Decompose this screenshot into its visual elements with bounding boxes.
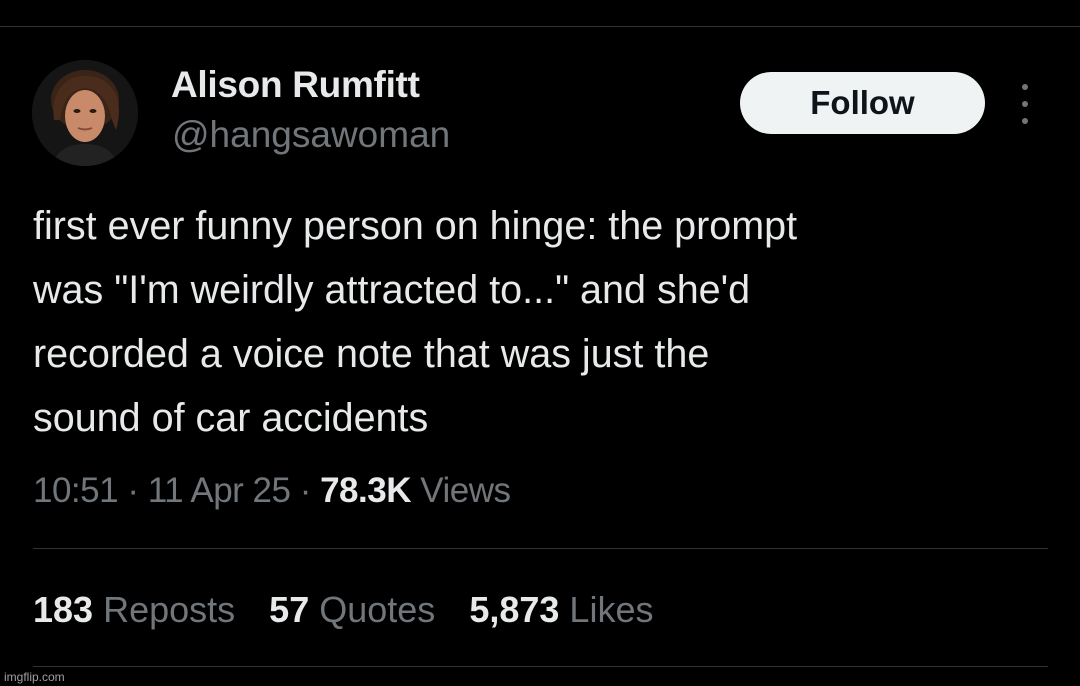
quotes-count: 57 <box>269 589 310 630</box>
user-handle[interactable]: @hangsawoman <box>172 114 450 156</box>
dot-icon <box>1022 101 1028 107</box>
meta-separator: · <box>127 471 139 510</box>
likes-stat[interactable]: 5,873 Likes <box>469 589 653 631</box>
engagement-stats: 183 Reposts 57 Quotes 5,873 Likes <box>33 589 653 631</box>
reposts-label: Reposts <box>103 589 236 630</box>
tweet-text-line: recorded a voice note that was just the <box>33 332 710 376</box>
tweet-time[interactable]: 10:51 <box>33 471 119 510</box>
top-divider <box>0 26 1080 27</box>
reposts-count: 183 <box>33 589 94 630</box>
more-vertical-icon[interactable] <box>1012 84 1038 124</box>
reposts-stat[interactable]: 183 Reposts <box>33 589 235 631</box>
meta-separator: · <box>299 471 312 510</box>
tweet-text-line: was "I'm weirdly attracted to..." and sh… <box>33 268 751 312</box>
watermark: imgflip.com <box>4 670 65 684</box>
avatar[interactable] <box>32 60 138 166</box>
divider <box>33 666 1048 667</box>
tweet-text: first ever funny person on hinge: the pr… <box>33 194 1048 450</box>
dot-icon <box>1022 84 1028 90</box>
avatar-image <box>32 60 138 166</box>
tweet-meta: 10:51 · 11 Apr 25 · 78.3K Views <box>33 471 511 511</box>
display-name[interactable]: Alison Rumfitt <box>171 64 420 106</box>
follow-button[interactable]: Follow <box>740 72 985 134</box>
tweet-date[interactable]: 11 Apr 25 <box>148 471 291 510</box>
views-label: Views <box>420 471 511 510</box>
quotes-label: Quotes <box>319 589 436 630</box>
views-count: 78.3K <box>320 471 411 510</box>
tweet-text-line: first ever funny person on hinge: the pr… <box>33 204 798 248</box>
likes-count: 5,873 <box>469 589 560 630</box>
divider <box>33 548 1048 549</box>
quotes-stat[interactable]: 57 Quotes <box>269 589 435 631</box>
dot-icon <box>1022 118 1028 124</box>
tweet-text-line: sound of car accidents <box>33 396 429 440</box>
likes-label: Likes <box>569 589 654 630</box>
